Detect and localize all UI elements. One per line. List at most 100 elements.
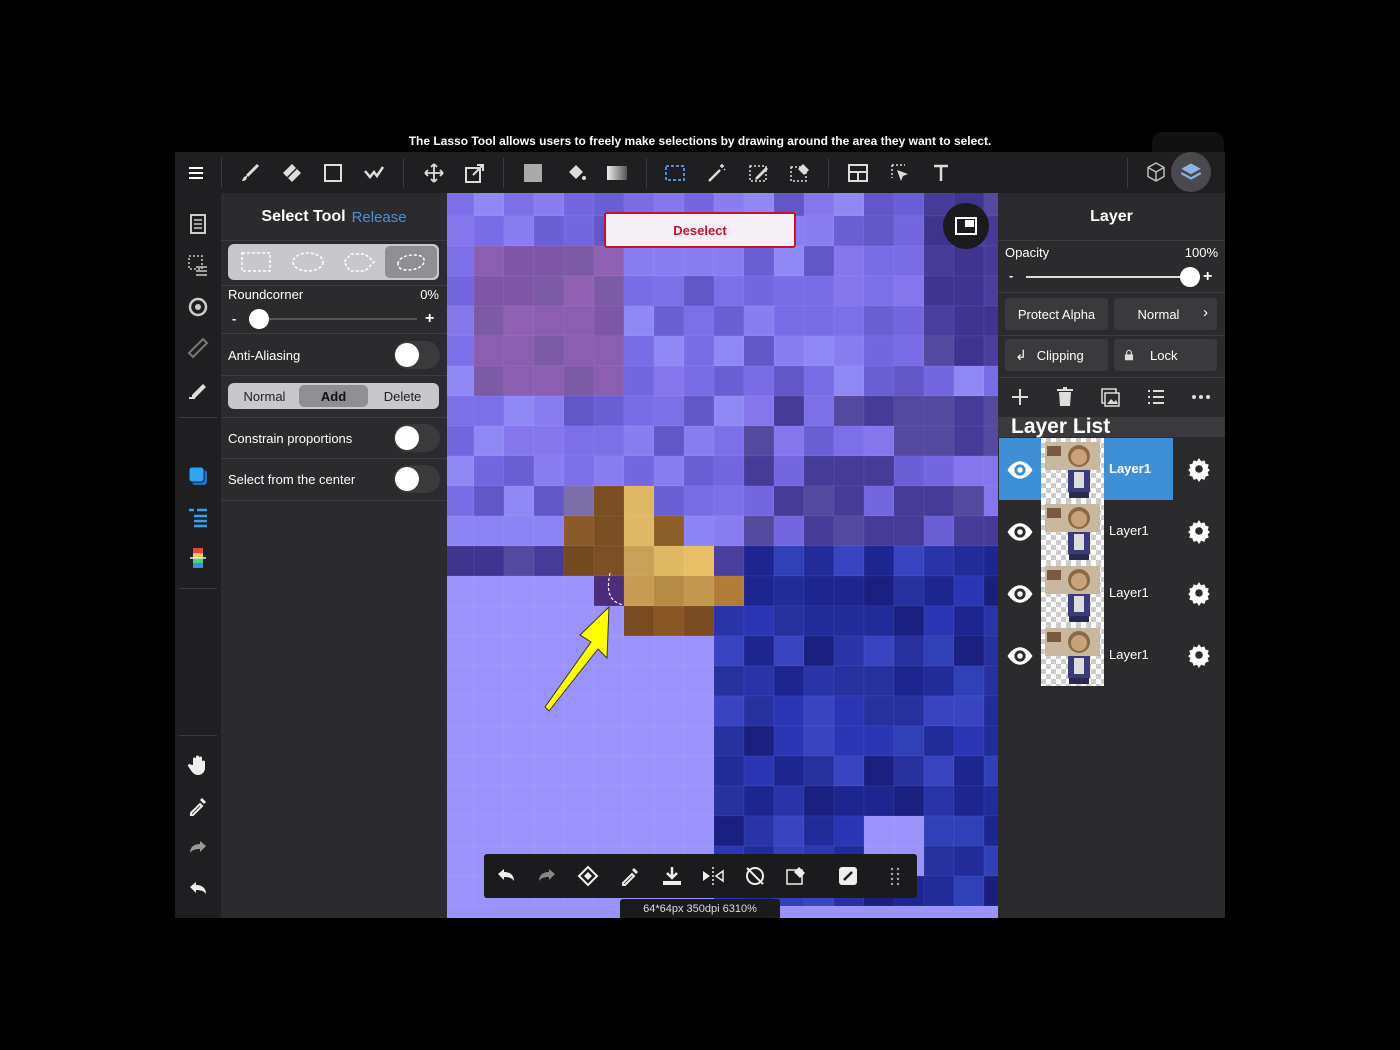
bucket-icon[interactable] (561, 158, 591, 188)
roundcorner-value: 0% (420, 287, 439, 302)
select-eraser-icon[interactable] (781, 861, 811, 891)
move-icon[interactable] (419, 158, 449, 188)
opacity-slider[interactable] (1026, 276, 1190, 278)
eye-icon[interactable] (1003, 639, 1037, 673)
brush-icon[interactable] (235, 158, 265, 188)
from-center-label: Select from the center (228, 472, 356, 487)
clipping-label: Clipping (1036, 347, 1084, 363)
edit-icon[interactable] (833, 861, 863, 891)
top-tab (1152, 132, 1224, 152)
layer-row[interactable]: Layer1 (999, 438, 1225, 500)
magic-wand-icon[interactable] (702, 158, 732, 188)
layer-row[interactable]: Layer1 (999, 624, 1225, 686)
ruler-icon[interactable] (183, 333, 213, 363)
constrain-toggle[interactable] (394, 424, 440, 452)
gear-icon[interactable] (1185, 579, 1213, 607)
layer-name: Layer1 (1109, 461, 1151, 476)
snap-icon[interactable] (183, 292, 213, 322)
layers-icon[interactable] (1171, 152, 1211, 192)
from-center-toggle[interactable] (394, 465, 440, 493)
lock-label: Lock (1150, 347, 1178, 363)
constrain-label: Constrain proportions (228, 431, 353, 446)
lock-button[interactable]: Lock (1114, 339, 1217, 371)
smudge-icon[interactable] (359, 158, 389, 188)
clipping-button[interactable]: ↲ Clipping (1005, 339, 1108, 371)
selection-icon[interactable] (183, 250, 213, 280)
eye-icon[interactable] (1003, 515, 1037, 549)
lasso-select-option[interactable] (385, 246, 437, 278)
mode-normal[interactable]: Normal (230, 385, 299, 407)
panel-layout-icon[interactable] (843, 158, 873, 188)
redo-icon[interactable] (183, 833, 213, 863)
roundcorner-knob[interactable] (249, 309, 269, 329)
roundcorner-plus[interactable]: + (425, 310, 434, 328)
menu-icon[interactable] (181, 158, 211, 188)
palette-icon[interactable] (183, 543, 213, 573)
redo-icon[interactable] (532, 861, 562, 891)
drawing-canvas[interactable]: Deselect 64*64px 350dpi 6310% (447, 193, 998, 918)
layer-row[interactable]: Layer1 (999, 500, 1225, 562)
opacity-plus[interactable]: + (1203, 268, 1212, 286)
protect-alpha-button[interactable]: Protect Alpha (1005, 298, 1108, 330)
text-icon[interactable] (926, 158, 956, 188)
release-button[interactable]: Release (352, 209, 407, 226)
layer-row[interactable]: Layer1 (999, 562, 1225, 624)
add-layer-icon[interactable] (1005, 382, 1035, 412)
fill-color-icon[interactable] (518, 158, 548, 188)
flip-icon[interactable] (698, 861, 728, 891)
grid-icon[interactable] (880, 861, 910, 891)
fullscreen-icon[interactable] (943, 203, 989, 249)
gear-icon[interactable] (1185, 455, 1213, 483)
gear-icon[interactable] (1185, 641, 1213, 669)
layer-panel-title: Layer (1090, 208, 1133, 225)
page-icon[interactable] (183, 209, 213, 239)
shape-icon[interactable] (318, 158, 348, 188)
undo-icon[interactable] (183, 874, 213, 904)
layer-thumbnail (1041, 438, 1104, 500)
select-rect-icon[interactable] (660, 158, 690, 188)
layer-image-icon[interactable] (1095, 382, 1125, 412)
eye-icon[interactable] (1003, 577, 1037, 611)
gradient-icon[interactable] (602, 158, 632, 188)
download-icon[interactable] (657, 861, 687, 891)
lock-icon (1124, 349, 1134, 361)
select-pen-icon[interactable] (744, 158, 774, 188)
blend-mode-value: Normal (1137, 306, 1180, 322)
opacity-knob[interactable] (1180, 267, 1200, 287)
rotate-icon[interactable] (573, 861, 603, 891)
ellipse-select-option[interactable] (282, 246, 334, 278)
layer-name: Layer1 (1109, 523, 1149, 538)
selection-mode-segmented: Normal Add Delete (228, 383, 439, 409)
roundcorner-slider[interactable] (249, 318, 417, 320)
mode-add[interactable]: Add (299, 385, 368, 407)
deselect-button[interactable]: Deselect (604, 212, 796, 248)
rect-select-option[interactable] (230, 246, 282, 278)
anti-aliasing-toggle[interactable] (394, 341, 440, 369)
more-icon[interactable] (1186, 382, 1216, 412)
blend-mode-dropdown[interactable]: Normal › (1114, 298, 1217, 330)
select-arrow-icon[interactable] (885, 158, 915, 188)
no-rotate-icon[interactable] (740, 861, 770, 891)
undo-icon[interactable] (491, 861, 521, 891)
layer-thumbnail (1041, 500, 1104, 562)
gear-icon[interactable] (1185, 517, 1213, 545)
layer-list-menu-icon[interactable] (1141, 382, 1171, 412)
transform-icon[interactable] (460, 158, 490, 188)
roundcorner-minus[interactable]: - (232, 311, 236, 326)
polygon-select-option[interactable] (334, 246, 386, 278)
3d-cube-icon[interactable] (1141, 158, 1171, 188)
hand-icon[interactable] (183, 750, 213, 780)
fill-pen-icon[interactable] (183, 374, 213, 404)
trash-icon[interactable] (1050, 382, 1080, 412)
eyedropper-icon[interactable] (615, 861, 645, 891)
opacity-minus[interactable]: - (1009, 268, 1013, 283)
screen: The Lasso Tool allows users to freely ma… (0, 0, 1400, 1050)
eyedropper-icon[interactable] (183, 791, 213, 821)
color-swatch-icon[interactable] (183, 461, 213, 491)
eye-icon[interactable] (1003, 453, 1037, 487)
canvas-bottom-toolbar (484, 854, 917, 898)
layers-list-icon[interactable] (183, 502, 213, 532)
select-eraser-icon[interactable] (785, 158, 815, 188)
eraser-icon[interactable] (277, 158, 307, 188)
mode-delete[interactable]: Delete (368, 385, 437, 407)
